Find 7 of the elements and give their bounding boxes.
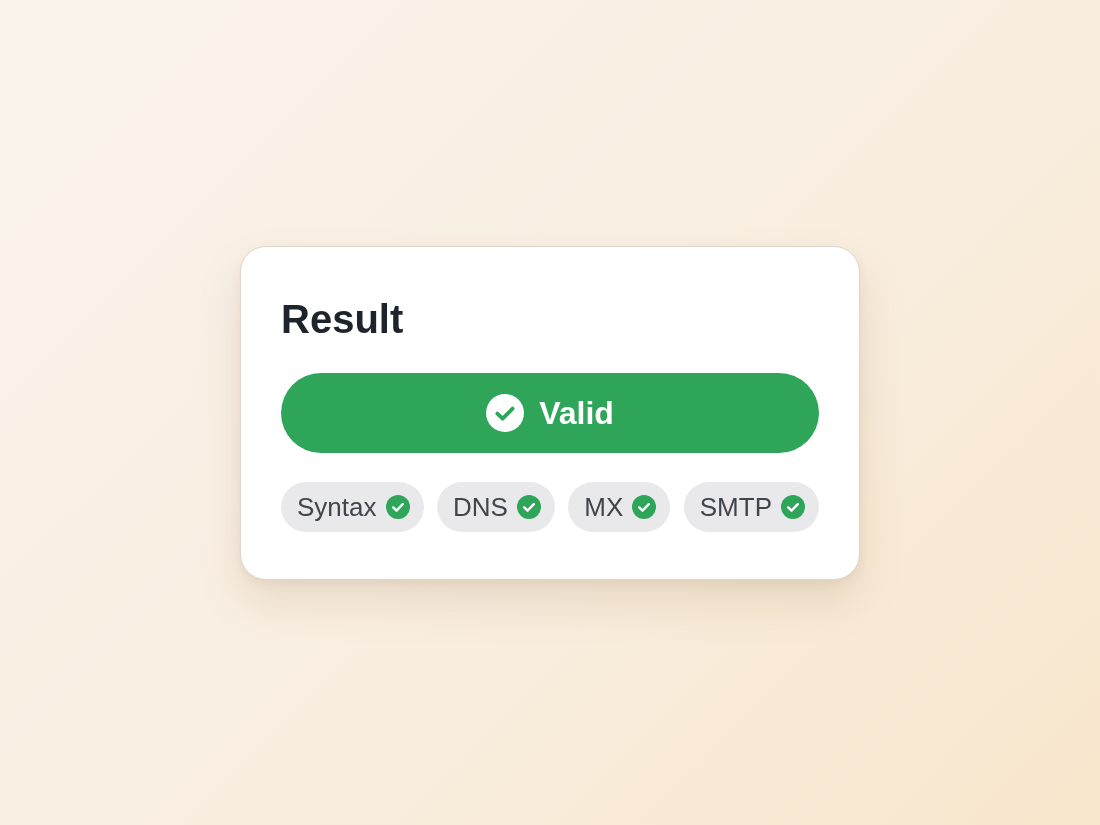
chip-label: SMTP [699,491,772,522]
check-circle-icon [486,393,525,432]
chip-label: DNS [452,491,508,522]
chip-label: Syntax [297,491,377,522]
chip-label: MX [584,491,624,522]
status-label: Valid [539,393,614,433]
card-title: Result [281,295,404,343]
